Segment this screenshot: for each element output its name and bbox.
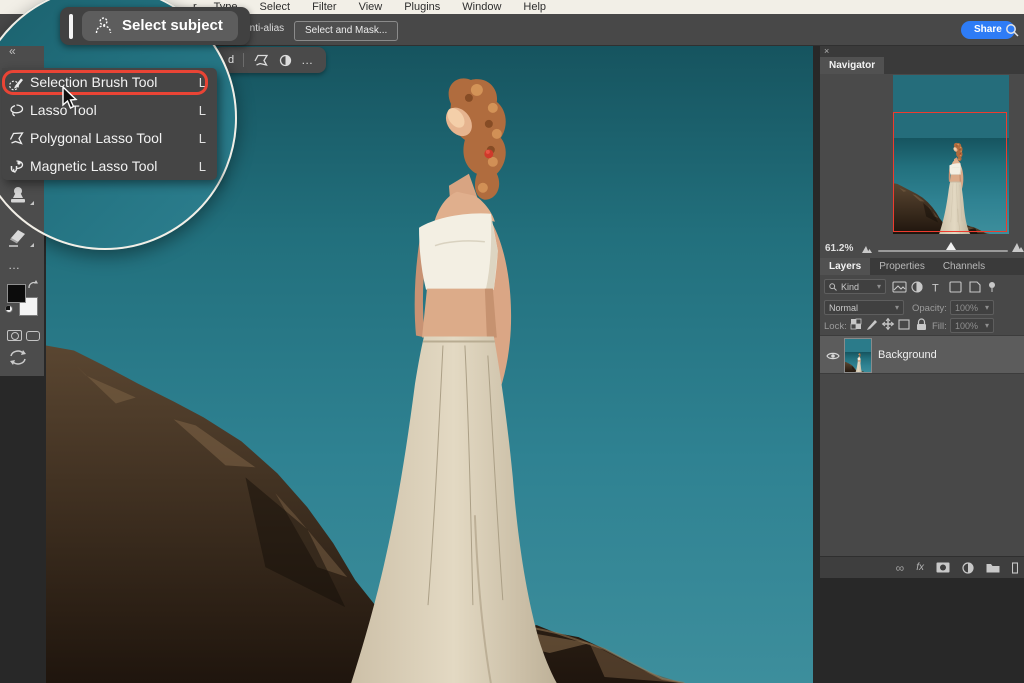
tool-label: Selection Brush Tool <box>30 74 199 90</box>
layer-row-background[interactable]: Background <box>820 335 1024 374</box>
layer-thumbnail[interactable] <box>844 338 872 373</box>
new-group-folder-icon[interactable] <box>986 562 1000 573</box>
close-panel-icon[interactable]: × <box>824 46 829 57</box>
opacity-label: Opacity: <box>912 303 947 314</box>
zoom-level-value[interactable]: 61.2% <box>825 243 853 254</box>
collapse-toolbar-icon[interactable]: « <box>9 44 17 58</box>
select-subject-label: Select subject <box>122 17 223 34</box>
lock-artboard-icon <box>899 320 909 329</box>
clone-stamp-tool-icon[interactable] <box>6 183 30 212</box>
magnetic-lasso-icon <box>2 158 30 175</box>
tool-shortcut: L <box>199 75 206 90</box>
new-layer-icon-partial[interactable] <box>1012 562 1018 574</box>
navigator-panel: × Navigator 61.2% <box>820 46 1024 258</box>
eraser-tool-icon[interactable] <box>6 225 30 254</box>
shape-filter-icon <box>950 282 961 292</box>
new-adjustment-layer-icon[interactable] <box>962 562 974 574</box>
lock-position-icon <box>883 319 893 329</box>
drag-handle[interactable] <box>69 14 73 39</box>
lock-transparency-icon <box>851 319 856 324</box>
menu-item-polygonal-lasso-tool[interactable]: Polygonal Lasso Tool L <box>2 124 217 152</box>
layer-visibility-eye-icon[interactable] <box>826 351 840 361</box>
zoom-out-icon[interactable] <box>862 244 872 253</box>
select-subject-bar: Select subject <box>60 7 250 45</box>
default-colors-icon[interactable] <box>5 305 13 313</box>
quick-mask-icon[interactable] <box>7 330 22 341</box>
navigator-thumbnail[interactable] <box>893 75 1009 234</box>
tool-shortcut: L <box>199 131 206 146</box>
lasso-select-icon[interactable] <box>253 53 270 67</box>
zoom-slider-thumb[interactable] <box>946 242 956 250</box>
menu-item-filter[interactable]: Filter <box>301 1 347 13</box>
select-and-mask-button[interactable]: Select and Mask... <box>294 21 398 41</box>
tool-label: Lasso Tool <box>30 102 199 118</box>
type-filter-icon: T <box>932 283 939 295</box>
polygonal-lasso-icon <box>2 130 30 147</box>
menu-item-selection-brush-tool[interactable]: Selection Brush Tool L <box>2 68 217 96</box>
pixel-layer-filter-icon <box>894 286 905 290</box>
filter-kind-select[interactable]: Kind▾ <box>824 279 886 294</box>
tab-navigator[interactable]: Navigator <box>820 57 884 74</box>
tab-channels[interactable]: Channels <box>934 258 994 275</box>
swap-colors-icon[interactable] <box>27 280 39 291</box>
add-layer-mask-icon[interactable] <box>936 562 950 573</box>
layers-footer: ∞ fx <box>820 556 1024 578</box>
smart-object-filter-icon <box>970 282 980 292</box>
tab-layers[interactable]: Layers <box>820 258 870 275</box>
menu-item-select[interactable]: Select <box>249 1 302 13</box>
zoom-in-icon[interactable] <box>1012 241 1024 252</box>
link-layers-icon[interactable]: ∞ <box>896 561 905 575</box>
task-bar-partial-label[interactable]: d <box>228 54 234 66</box>
blend-mode-select[interactable]: Normal▾ <box>824 300 904 315</box>
filter-type-icons[interactable]: T <box>892 280 1002 294</box>
selection-brush-icon <box>2 74 30 91</box>
more-tools-icon[interactable]: … <box>8 258 21 272</box>
menu-item-magnetic-lasso-tool[interactable]: Magnetic Lasso Tool L <box>2 152 217 180</box>
tool-shortcut: L <box>199 159 206 174</box>
lasso-icon <box>2 102 30 119</box>
layers-panel: Layers Properties Channels Kind▾ T Norma… <box>820 258 1024 578</box>
tab-properties[interactable]: Properties <box>870 258 934 275</box>
menu-item-window[interactable]: Window <box>451 1 512 13</box>
tool-label: Magnetic Lasso Tool <box>30 158 199 174</box>
tool-flyout-menu: Selection Brush Tool L Lasso Tool L Poly… <box>2 68 217 180</box>
screen-mode-icon[interactable] <box>26 331 40 341</box>
person-icon <box>93 15 114 36</box>
tool-label: Polygonal Lasso Tool <box>30 130 199 146</box>
fill-label: Fill: <box>932 321 947 332</box>
lock-icons[interactable] <box>850 318 928 331</box>
menu-item-help[interactable]: Help <box>512 1 557 13</box>
task-bar-divider <box>243 53 244 67</box>
navigator-view-rectangle[interactable] <box>893 112 1007 232</box>
menu-item-plugins[interactable]: Plugins <box>393 1 451 13</box>
menu-item-view[interactable]: View <box>348 1 394 13</box>
menu-item-lasso-tool[interactable]: Lasso Tool L <box>2 96 217 124</box>
foreground-color-swatch[interactable] <box>7 284 26 303</box>
search-icon[interactable] <box>1005 23 1019 42</box>
select-subject-button[interactable]: Select subject <box>82 11 238 41</box>
pin-filter-icon <box>989 282 995 288</box>
fill-select[interactable]: 100%▾ <box>950 318 994 333</box>
adjustments-icon[interactable] <box>279 54 292 67</box>
lock-pixels-icon <box>868 320 877 329</box>
zoom-slider-track[interactable] <box>878 250 1008 252</box>
search-icon <box>829 283 837 291</box>
lock-all-icon <box>917 324 926 330</box>
layer-name: Background <box>878 349 937 361</box>
cycle-view-icon[interactable] <box>8 349 28 366</box>
layer-style-fx-icon[interactable]: fx <box>916 562 924 573</box>
contextual-task-bar: d … <box>214 47 326 73</box>
opacity-select[interactable]: 100%▾ <box>950 300 994 315</box>
tool-shortcut: L <box>199 103 206 118</box>
lock-label: Lock: <box>824 321 847 332</box>
task-bar-more-icon[interactable]: … <box>301 53 314 67</box>
